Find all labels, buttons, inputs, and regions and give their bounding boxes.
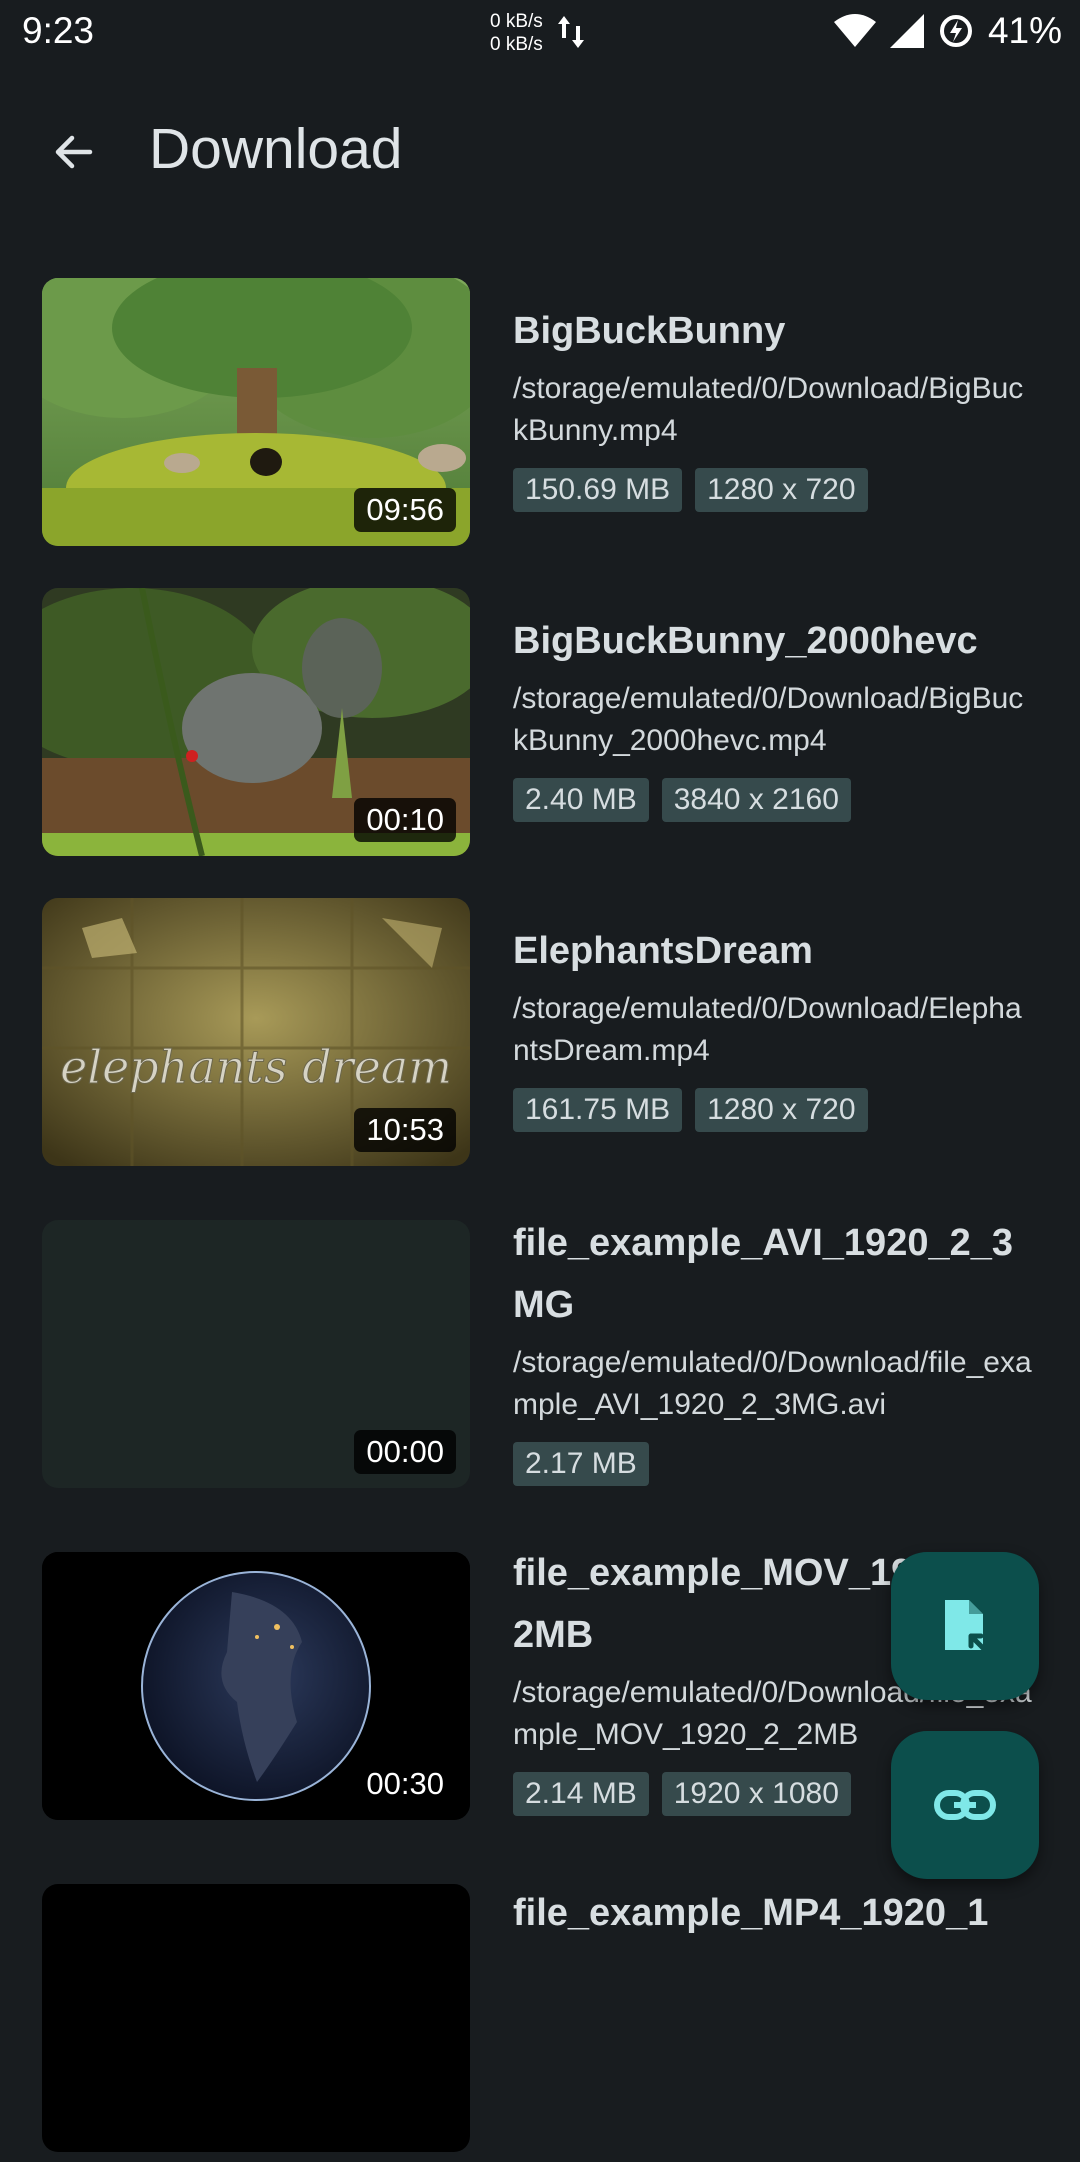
resolution-chip: 1920 x 1080 [661, 1772, 851, 1816]
video-path: /storage/emulated/0/Download/ElephantsDr… [513, 992, 1022, 1067]
video-info: file_example_AVI_1920_2_3MG /storage/emu… [513, 1212, 1033, 1486]
video-list-item[interactable]: 09:56 BigBuckBunny /storage/emulated/0/D… [0, 276, 1080, 556]
video-title: file_example_MP4_1920_1 [513, 1892, 989, 1934]
video-list-item[interactable]: 00:10 BigBuckBunny_2000hevc /storage/emu… [0, 586, 1080, 866]
cellular-signal-icon [889, 14, 924, 48]
video-path: /storage/emulated/0/Download/BigBuckBunn… [513, 682, 1024, 757]
status-icons: 41% [833, 10, 1062, 52]
battery-saver-icon [939, 15, 972, 47]
video-thumbnail[interactable]: 00:10 [42, 588, 470, 856]
video-title: BigBuckBunny [513, 310, 786, 352]
video-thumbnail[interactable]: elephants dream 10:53 [42, 898, 470, 1166]
arrow-back-icon [55, 135, 93, 169]
app-bar: Download [0, 64, 1080, 232]
back-button[interactable] [44, 122, 104, 182]
resolution-chip: 1280 x 720 [695, 468, 868, 512]
video-duration: 00:30 [354, 1762, 456, 1806]
network-download-speed: 0 kB/s [490, 34, 543, 55]
data-transfer-icon [558, 16, 584, 48]
video-info: file_example_MP4_1920_1 [513, 1882, 1033, 1944]
video-thumbnail[interactable]: 00:00 [42, 1220, 470, 1488]
resolution-chip: 3840 x 2160 [661, 778, 851, 822]
file-size-chip: 161.75 MB [513, 1088, 683, 1132]
video-thumbnail[interactable]: 09:56 [42, 278, 470, 546]
video-list-item[interactable]: elephants dream 10:53 ElephantsDream /st… [0, 896, 1080, 1176]
battery-percentage: 41% [987, 10, 1062, 51]
thumbnail-text: elephants dream [60, 1040, 452, 1094]
file-size-chip: 150.69 MB [513, 468, 683, 512]
file-size-chip: 2.14 MB [513, 1772, 649, 1816]
file-size-chip: 2.40 MB [513, 778, 649, 822]
video-thumbnail[interactable] [42, 1884, 470, 2152]
link-icon [934, 1790, 996, 1820]
network-upload-speed: 0 kB/s [490, 11, 543, 32]
video-list-item[interactable]: 00:00 file_example_AVI_1920_2_3MG /stora… [0, 1218, 1080, 1498]
file-size-chip: 2.17 MB [513, 1442, 649, 1486]
status-bar: 9:23 0 kB/s 0 kB/s 41% [0, 0, 1080, 64]
video-info: ElephantsDream /storage/emulated/0/Downl… [513, 920, 1033, 1132]
video-path: /storage/emulated/0/Download/file_exampl… [513, 1346, 1032, 1421]
page-title: Download [149, 117, 403, 181]
status-time: 9:23 [22, 10, 95, 51]
network-speed: 0 kB/s 0 kB/s [490, 10, 543, 56]
video-list-item[interactable]: file_example_MP4_1920_1 [0, 1882, 1080, 2162]
video-title: BigBuckBunny_2000hevc [513, 620, 978, 662]
video-info: BigBuckBunny_2000hevc /storage/emulated/… [513, 610, 1033, 822]
file-open-icon [945, 1600, 988, 1653]
open-file-button[interactable] [891, 1552, 1039, 1700]
video-info: BigBuckBunny /storage/emulated/0/Downloa… [513, 300, 1033, 512]
video-duration: 10:53 [354, 1108, 456, 1152]
video-title: file_example_AVI_1920_2_3MG [513, 1222, 1013, 1326]
video-path: /storage/emulated/0/Download/BigBuckBunn… [513, 372, 1024, 447]
video-thumbnail[interactable]: 00:30 [42, 1552, 470, 1820]
video-title: ElephantsDream [513, 930, 813, 972]
video-duration: 09:56 [354, 488, 456, 532]
video-duration: 00:00 [354, 1430, 456, 1474]
video-duration: 00:10 [354, 798, 456, 842]
open-link-button[interactable] [891, 1731, 1039, 1879]
wifi-icon [833, 14, 876, 47]
resolution-chip: 1280 x 720 [695, 1088, 868, 1132]
